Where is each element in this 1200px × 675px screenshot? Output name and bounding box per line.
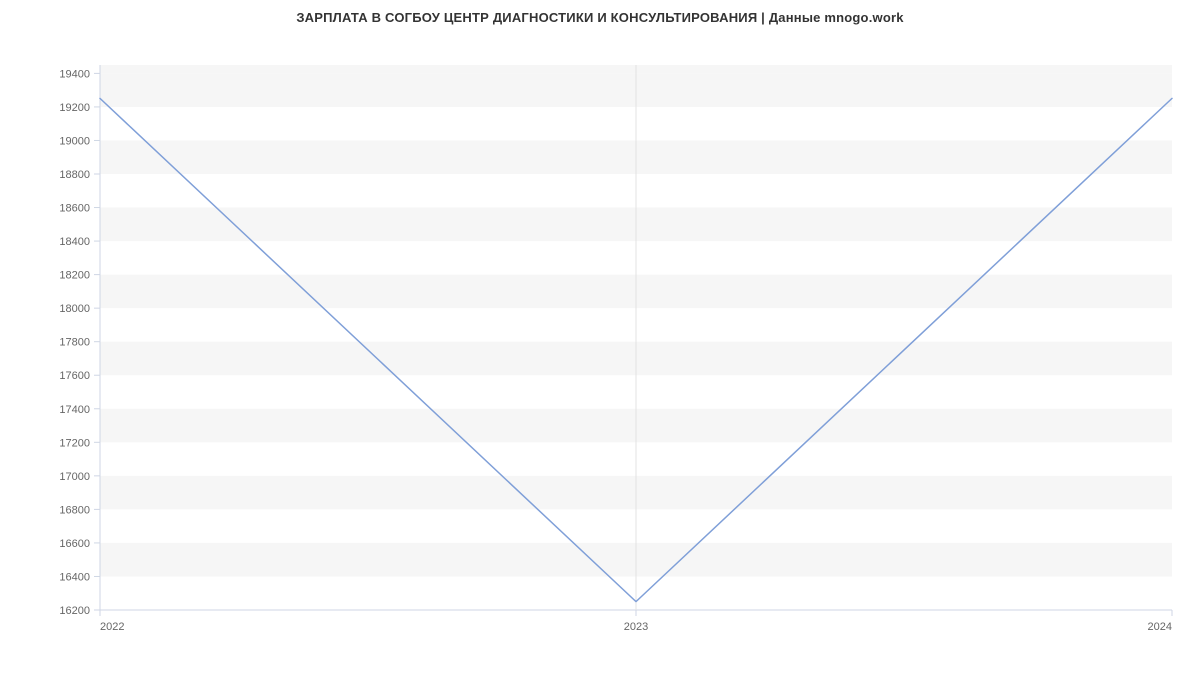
chart-title: ЗАРПЛАТА В СОГБОУ ЦЕНТР ДИАГНОСТИКИ И КО… [0,0,1200,25]
y-tick-label: 16400 [59,571,90,583]
y-tick-label: 16600 [59,538,90,550]
y-tick-label: 16200 [59,605,90,617]
y-tick-label: 18800 [59,169,90,181]
line-chart: 16200 16400 16600 16800 17000 17200 17400 17600… [0,25,1200,675]
y-tick-label: 18400 [59,236,90,248]
y-tick-label: 18000 [59,303,90,315]
chart-container: ЗАРПЛАТА В СОГБОУ ЦЕНТР ДИАГНОСТИКИ И КО… [0,0,1200,650]
y-tick-label: 19400 [59,68,90,80]
y-tick-label: 17400 [59,404,90,416]
y-tick-label: 18200 [59,270,90,282]
y-tick-label: 17600 [59,370,90,382]
y-tick-label: 17000 [59,471,90,483]
y-tick-label: 16800 [59,504,90,516]
x-tick-label: 2024 [1148,621,1172,633]
y-tick-label: 18600 [59,203,90,215]
y-tick-label: 17200 [59,437,90,449]
y-tick-label: 19000 [59,135,90,147]
x-tick-label: 2022 [100,621,124,633]
y-tick-label: 17800 [59,337,90,349]
x-tick-label: 2023 [624,621,648,633]
y-tick-label: 19200 [59,102,90,114]
